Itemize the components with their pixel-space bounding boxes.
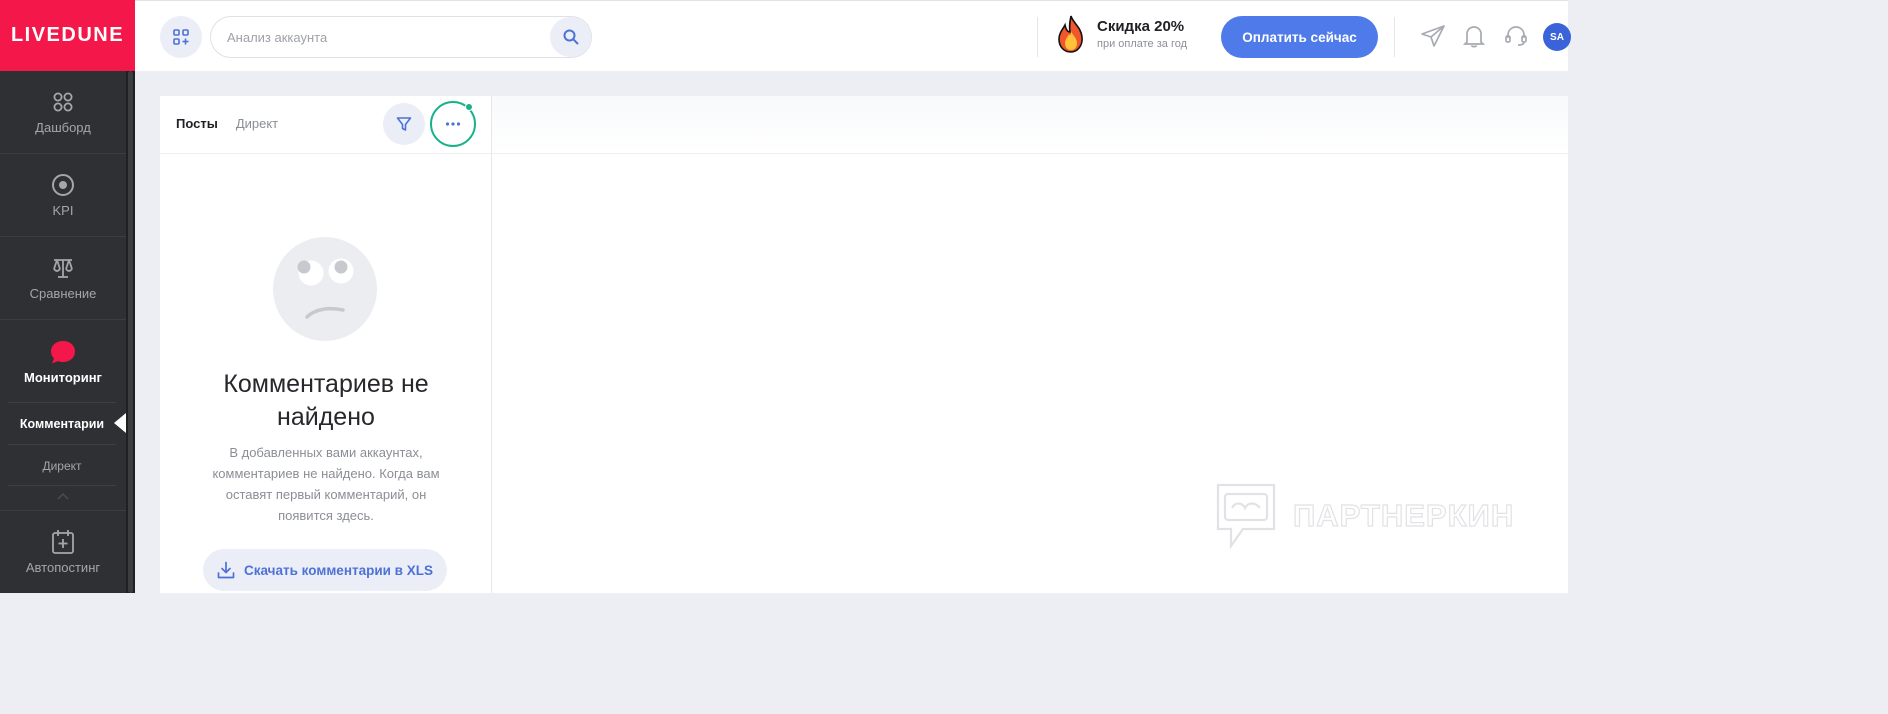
target-icon	[50, 172, 76, 198]
sidebar: Дашборд KPI Сравнение Мониторинг Коммент…	[0, 71, 135, 593]
tab-direct[interactable]: Директ	[236, 116, 278, 131]
apps-button[interactable]	[160, 16, 202, 58]
sidebar-item-dashboard[interactable]: Дашборд	[0, 71, 126, 154]
chevron-up-icon[interactable]	[56, 491, 70, 501]
content-topbar	[492, 96, 1568, 154]
sad-face-icon	[273, 237, 377, 341]
calendar-plus-icon	[50, 529, 76, 555]
download-icon	[217, 561, 235, 579]
tab-posts[interactable]: Посты	[176, 116, 218, 131]
divider	[160, 153, 492, 154]
search-icon	[563, 29, 578, 45]
watermark-logo-icon	[1216, 483, 1276, 550]
bell-icon[interactable]	[1459, 21, 1489, 51]
discount-promo[interactable]: Скидка 20% при оплате за год	[1055, 15, 1187, 53]
sidebar-item-monitoring[interactable]: Мониторинг	[0, 320, 126, 403]
watermark: ПАРТНЕРКИН	[1215, 482, 1514, 550]
divider	[8, 485, 116, 486]
download-xls-label: Скачать комментарии в XLS	[244, 562, 433, 578]
sidebar-item-kpi[interactable]: KPI	[0, 154, 126, 237]
support-icon[interactable]	[1501, 21, 1531, 51]
sidebar-item-label: Дашборд	[35, 120, 91, 135]
sidebar-item-label: Автопостинг	[25, 560, 101, 575]
top-header: Скидка 20% при оплате за год Оплатить се…	[135, 0, 1571, 71]
sidebar-subitem-comments[interactable]: Комментарии	[8, 403, 116, 444]
divider	[1394, 17, 1395, 57]
promo-subtitle: при оплате за год	[1097, 38, 1188, 50]
sidebar-scrollbar[interactable]	[126, 71, 135, 593]
active-pointer	[114, 413, 126, 433]
grid-add-icon	[173, 29, 189, 45]
sidebar-item-label: Мониторинг	[24, 369, 102, 385]
search-button[interactable]	[550, 17, 591, 57]
chat-bubble-icon	[50, 339, 76, 365]
sidebar-item-autoposting[interactable]: Автопостинг	[0, 510, 126, 593]
sidebar-item-label: KPI	[52, 203, 74, 218]
search-box	[210, 16, 592, 58]
pay-now-button[interactable]: Оплатить сейчас	[1221, 16, 1378, 58]
filter-button[interactable]	[383, 103, 425, 145]
search-input[interactable]	[227, 17, 547, 57]
scales-icon	[50, 255, 76, 281]
sidebar-subitem-direct[interactable]: Директ	[8, 445, 116, 486]
divider	[1037, 17, 1038, 57]
app-logo[interactable]: LIVEDUNE	[0, 0, 135, 71]
sidebar-item-compare[interactable]: Сравнение	[0, 237, 126, 320]
fire-icon	[1058, 15, 1083, 53]
dashboard-icon	[50, 89, 76, 115]
notification-dot	[465, 103, 473, 111]
promo-title: Скидка 20%	[1097, 18, 1185, 35]
panel-tabs: Посты Директ	[176, 116, 278, 131]
sidebar-item-label: Сравнение	[29, 286, 97, 301]
download-xls-button[interactable]: Скачать комментарии в XLS	[203, 549, 447, 591]
watermark-text: ПАРТНЕРКИН	[1292, 497, 1515, 533]
send-icon[interactable]	[1418, 21, 1448, 51]
empty-state-title: Комментариев не найдено	[223, 370, 429, 431]
comments-panel: Посты Директ Комментариев не найдено В д…	[160, 96, 492, 593]
filter-icon	[396, 117, 412, 131]
empty-state-text: В добавленных вами аккаунтах, комментари…	[212, 445, 440, 523]
avatar[interactable]: SA	[1543, 23, 1571, 51]
more-dots-icon	[445, 122, 461, 126]
